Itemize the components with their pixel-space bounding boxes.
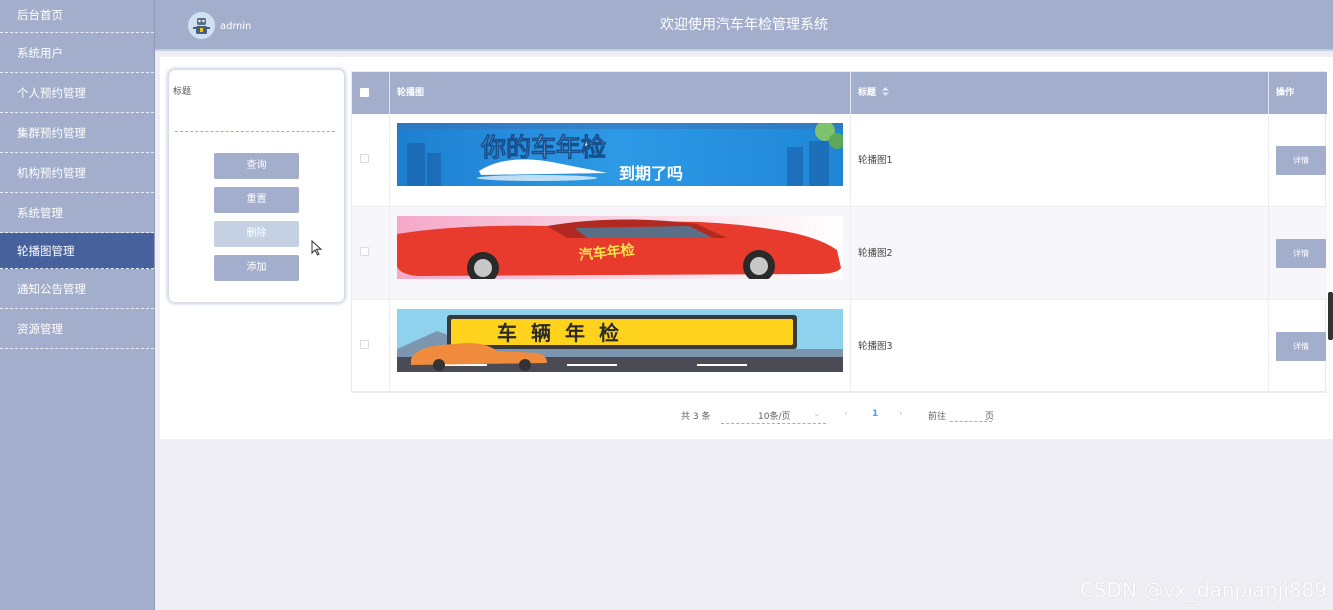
sidebar-item-cluster-booking[interactable]: 集群预约管理 bbox=[0, 113, 154, 153]
select-all-checkbox[interactable] bbox=[360, 88, 369, 97]
title-filter-label: 标题 bbox=[173, 87, 192, 97]
row-checkbox[interactable] bbox=[360, 247, 369, 256]
chevron-down-icon: ⌄ bbox=[813, 409, 821, 419]
column-header-actions: 操作 bbox=[1276, 88, 1295, 98]
add-button[interactable]: 添加 bbox=[214, 255, 299, 281]
sidebar-item-personal-booking[interactable]: 个人预约管理 bbox=[0, 73, 154, 113]
current-page-number[interactable]: 1 bbox=[872, 409, 878, 419]
table-row: 车辆年检 轮播图3 详情 bbox=[352, 300, 1327, 393]
column-header-image: 轮播图 bbox=[390, 72, 851, 114]
pagination-total: 共 3 条 bbox=[681, 412, 711, 422]
column-header-title[interactable]: 标题 bbox=[851, 72, 1269, 114]
table-header: 轮播图 标题 操作 bbox=[352, 72, 1327, 114]
scrollbar-thumb[interactable] bbox=[1328, 292, 1333, 340]
detail-button[interactable]: 详情 bbox=[1276, 332, 1326, 361]
row-actions-cell: 详情 bbox=[1269, 300, 1327, 393]
watermark-text: CSDN @vx_danpianji889 bbox=[1079, 578, 1327, 602]
page-title: 欢迎使用汽车年检管理系统 bbox=[660, 17, 828, 33]
delete-button[interactable]: 删除 bbox=[214, 221, 299, 247]
pagination: 共 3 条 10条/页 ⌄ ‹ 1 › 前往 页 bbox=[160, 405, 1333, 427]
page-size-value: 10条/页 bbox=[758, 412, 791, 422]
sort-icon[interactable] bbox=[882, 87, 890, 96]
sidebar-item-institution-booking[interactable]: 机构预约管理 bbox=[0, 153, 154, 193]
mouse-cursor-icon bbox=[311, 240, 323, 256]
sidebar-item-system-management[interactable]: 系统管理 bbox=[0, 193, 154, 233]
row-checkbox[interactable] bbox=[360, 340, 369, 349]
sidebar-item-system-users[interactable]: 系统用户 bbox=[0, 33, 154, 73]
banner-1-subline: 到期了吗 bbox=[619, 164, 683, 183]
row-image-cell: 你的车年检 到期了吗 bbox=[390, 114, 851, 207]
row-title: 轮播图3 bbox=[858, 341, 893, 352]
reset-button[interactable]: 重置 bbox=[214, 187, 299, 213]
row-title-cell: 轮播图1 bbox=[851, 114, 1269, 207]
table-row: 你的车年检 到期了吗 轮播图1 详情 bbox=[352, 114, 1327, 207]
carousel-image-1: 你的车年检 到期了吗 bbox=[397, 123, 843, 186]
row-checkbox[interactable] bbox=[360, 154, 369, 163]
top-header: admin 欢迎使用汽车年检管理系统 bbox=[155, 0, 1333, 51]
row-title: 轮播图1 bbox=[858, 155, 893, 166]
carousel-image-3: 车辆年检 bbox=[397, 309, 843, 372]
sidebar-item-notice-management[interactable]: 通知公告管理 bbox=[0, 269, 154, 309]
row-title-cell: 轮播图2 bbox=[851, 207, 1269, 300]
banner-1-headline: 你的车年检 bbox=[480, 133, 606, 162]
banner-3-headline: 车辆年检 bbox=[497, 321, 633, 345]
detail-button[interactable]: 详情 bbox=[1276, 146, 1326, 175]
row-select-cell bbox=[352, 114, 390, 207]
title-filter-input[interactable] bbox=[175, 120, 335, 132]
row-actions-cell: 详情 bbox=[1269, 114, 1327, 207]
row-image-cell: 汽车年检 bbox=[390, 207, 851, 300]
goto-prefix-label: 前往 bbox=[928, 412, 947, 422]
carousel-table: 轮播图 标题 操作 你的车年检 到期了吗 轮播图1 详情 汽车年检 轮播图2 详… bbox=[351, 71, 1327, 393]
row-select-cell bbox=[352, 300, 390, 393]
main-panel: 标题 查询 重置 删除 添加 轮播图 标题 操作 你的车年检 到期了吗 轮播图1… bbox=[160, 57, 1333, 439]
sidebar-item-resource-management[interactable]: 资源管理 bbox=[0, 309, 154, 349]
sidebar-item-carousel-management[interactable]: 轮播图管理 bbox=[0, 233, 154, 269]
row-image-cell: 车辆年检 bbox=[390, 300, 851, 393]
row-title: 轮播图2 bbox=[858, 248, 893, 259]
select-all-header bbox=[352, 72, 390, 114]
row-select-cell bbox=[352, 207, 390, 300]
prev-page-icon[interactable]: ‹ bbox=[844, 409, 848, 419]
goto-suffix-label: 页 bbox=[985, 412, 995, 422]
detail-button[interactable]: 详情 bbox=[1276, 239, 1326, 268]
carousel-image-2: 汽车年检 bbox=[397, 216, 843, 279]
row-actions-cell: 详情 bbox=[1269, 207, 1327, 300]
query-button[interactable]: 查询 bbox=[214, 153, 299, 179]
search-panel: 标题 查询 重置 删除 添加 bbox=[168, 69, 345, 303]
row-title-cell: 轮播图3 bbox=[851, 300, 1269, 393]
sidebar: 后台首页 系统用户 个人预约管理 集群预约管理 机构预约管理 系统管理 轮播图管… bbox=[0, 0, 155, 610]
sidebar-item-home[interactable]: 后台首页 bbox=[0, 0, 154, 33]
column-header-title-label: 标题 bbox=[858, 88, 877, 98]
table-row: 汽车年检 轮播图2 详情 bbox=[352, 207, 1327, 300]
page-size-select[interactable]: 10条/页 ⌄ bbox=[721, 405, 826, 424]
next-page-icon[interactable]: › bbox=[899, 409, 903, 419]
